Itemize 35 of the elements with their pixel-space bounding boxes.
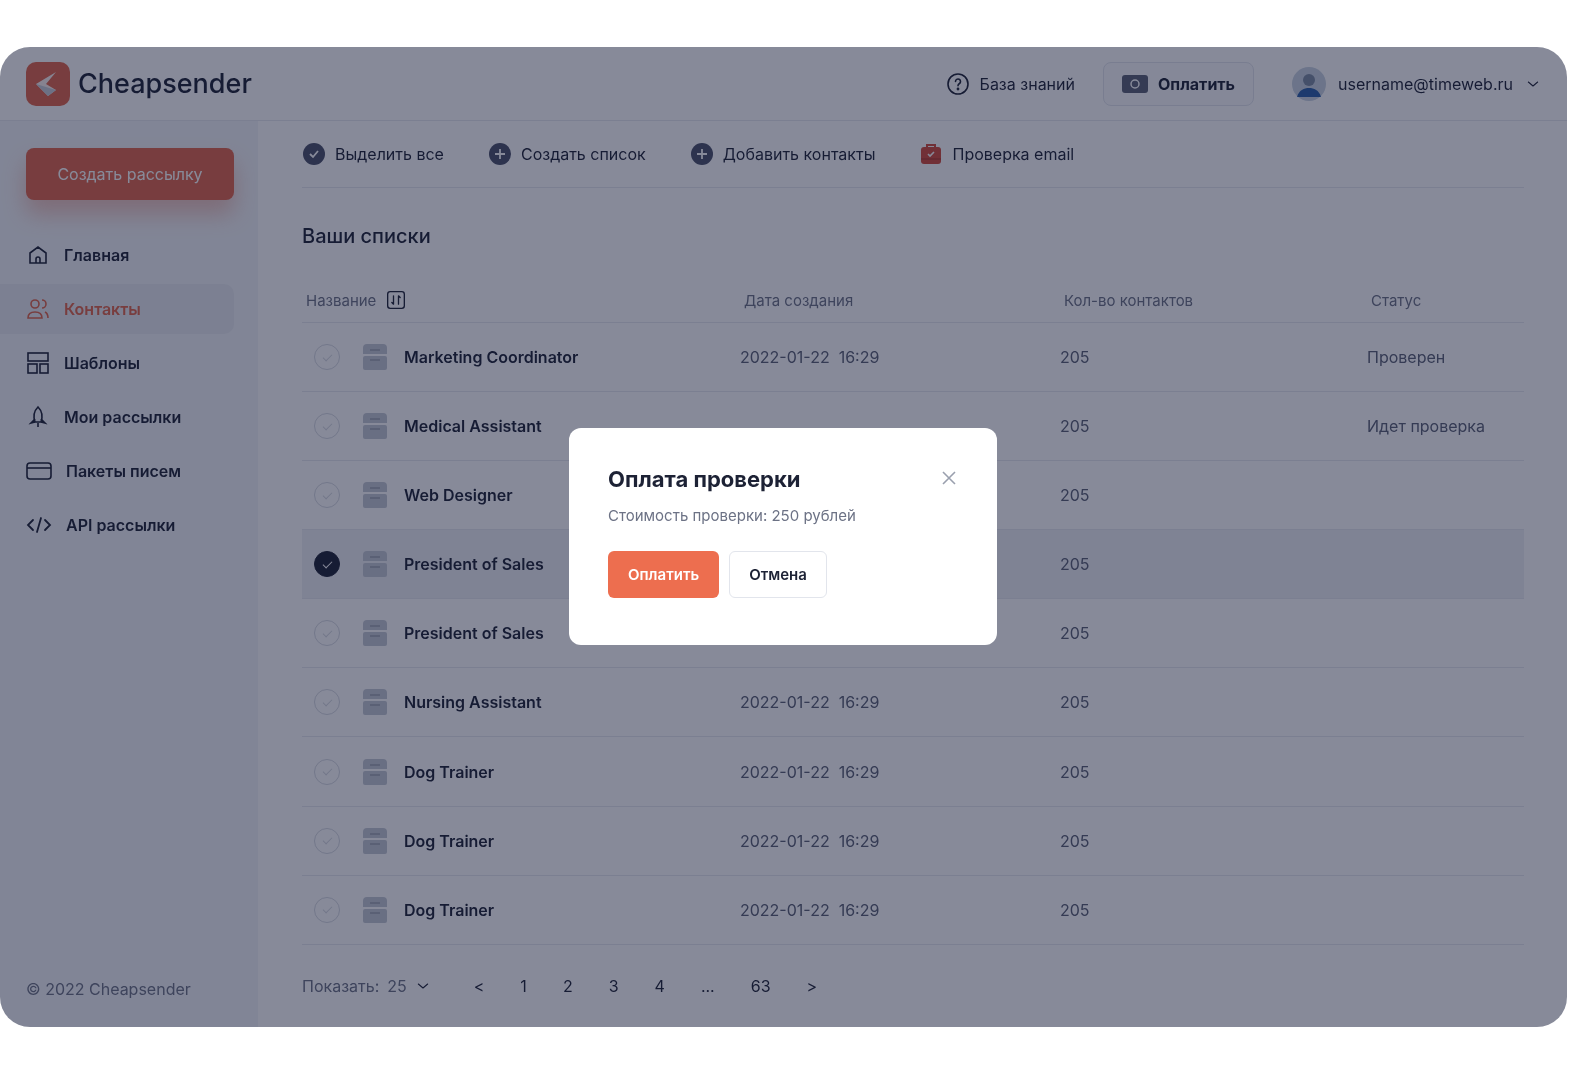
list-name: Web Designer xyxy=(404,485,513,506)
dialog-text: Стоимость проверки: 250 рублей xyxy=(608,506,857,525)
date-cell: 2022-01-22 16:29 xyxy=(740,899,880,920)
column-header: Кол-во контактов xyxy=(1064,290,1194,310)
date-cell: 2022-01-22 16:29 xyxy=(740,692,880,713)
column-header: Статус xyxy=(1371,290,1422,310)
count-cell: 205 xyxy=(1060,692,1090,713)
count-cell: 205 xyxy=(1060,554,1090,575)
list-name: Dog Trainer xyxy=(404,830,495,851)
date-cell: 2022-01-22 16:29 xyxy=(740,830,880,851)
date-cell: 2022-01-22 16:29 xyxy=(740,347,880,368)
list-name: Medical Assistant xyxy=(404,416,542,437)
status-cell: Проверен xyxy=(1367,347,1446,368)
count-cell: 205 xyxy=(1060,347,1090,368)
column-header: Дата создания xyxy=(744,290,854,310)
count-cell: 205 xyxy=(1060,416,1090,437)
count-cell: 205 xyxy=(1060,899,1090,920)
copyright: © 2022 Cheapsender xyxy=(25,979,192,999)
list-name: Marketing Coordinator xyxy=(404,347,579,368)
list-name: Dog Trainer xyxy=(404,761,495,782)
count-cell: 205 xyxy=(1060,623,1090,644)
logo-text: Cheapsender xyxy=(78,67,252,100)
dialog-title: Оплата проверки xyxy=(608,466,801,492)
list-name: Nursing Assistant xyxy=(404,692,542,713)
list-name: Dog Trainer xyxy=(404,899,495,920)
status-cell: Идет проверка xyxy=(1367,416,1485,437)
user-email: username@timeweb.ru xyxy=(1338,73,1513,94)
list-name: President of Sales xyxy=(404,554,544,575)
date-cell: 2022-01-22 16:29 xyxy=(740,761,880,782)
page-size-label: Показать: xyxy=(302,975,380,996)
count-cell: 205 xyxy=(1060,485,1090,506)
list-name: President of Sales xyxy=(404,623,544,644)
count-cell: 205 xyxy=(1060,830,1090,851)
section-title: Ваши списки xyxy=(302,224,432,249)
count-cell: 205 xyxy=(1060,761,1090,782)
